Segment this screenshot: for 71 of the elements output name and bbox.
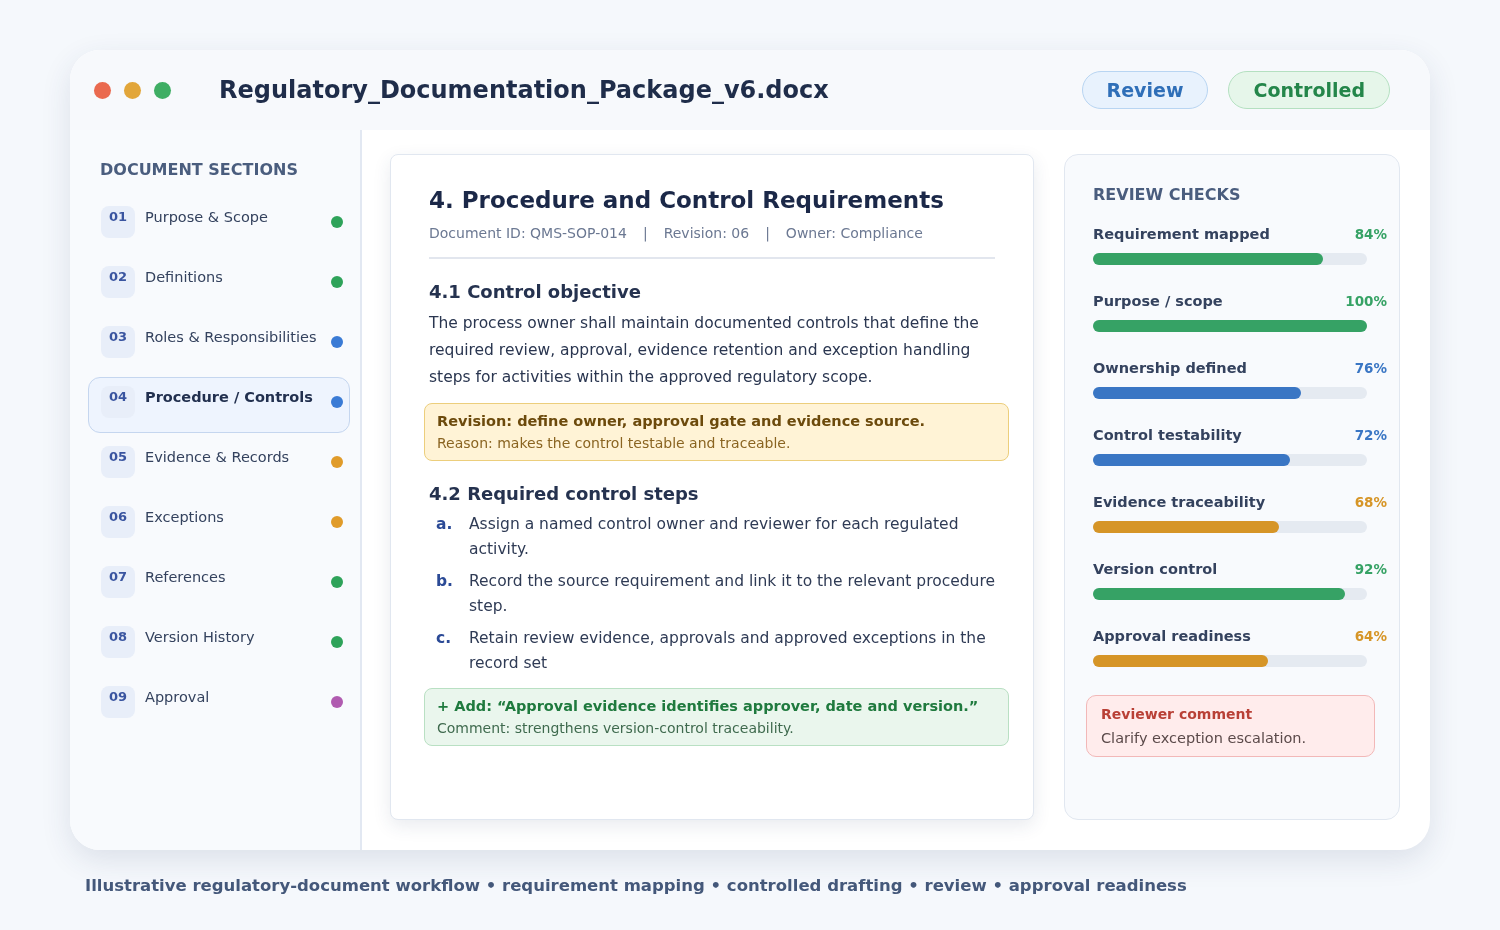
comment-title: Reviewer comment [1101, 706, 1254, 722]
sidebar-item[interactable]: 01 Purpose & Scope [88, 197, 350, 253]
section-number: 07 [101, 566, 135, 598]
section-label: Approval [145, 688, 211, 706]
check-percent: 64% [1354, 628, 1387, 644]
section-label: Exceptions [145, 508, 225, 526]
section-heading: 4.2 Required control steps [429, 483, 700, 504]
sidebar-item[interactable]: 04 Procedure / Controls [88, 377, 350, 433]
paragraph: The process owner shall maintain documented controls that define the required review, approval, evidence retention and exception handling steps for activities within the approved regulatory scope. [429, 313, 980, 388]
sidebar-item[interactable]: 08 Version History [88, 617, 350, 673]
sidebar-item[interactable]: 03 Roles & Responsibilities [88, 317, 350, 373]
note-text: Reason: makes the control testable and traceable. [437, 435, 792, 451]
document-meta: Document ID: QMS-SOP-014 [429, 225, 627, 241]
check-label: Purpose / scope [1093, 293, 1223, 309]
section-number: 04 [101, 386, 135, 418]
step-text: Retain review evidence, approvals and approved exceptions in the record set [469, 628, 987, 674]
check-label: Version control [1093, 561, 1218, 577]
list-marker: b. [435, 571, 454, 592]
sidebar-item[interactable]: 07 References [88, 557, 350, 613]
section-number: 06 [101, 506, 135, 538]
section-heading: 4.1 Control objective [429, 281, 642, 302]
panel-heading: REVIEW CHECKS [1093, 185, 1242, 204]
document-meta: Revision: 06 [663, 225, 750, 241]
step-text: Assign a named control owner and reviewer for each regulated activity. [469, 514, 960, 560]
section-label: Purpose & Scope [145, 208, 269, 226]
list-marker: a. [435, 514, 454, 535]
section-label: References [145, 568, 227, 586]
check-label: Ownership defined [1093, 360, 1247, 376]
separator: | [642, 225, 648, 241]
check-percent: 68% [1354, 494, 1387, 510]
note-title: Revision: define owner, approval gate and evidence source. [437, 413, 927, 429]
section-label: Evidence & Records [145, 448, 291, 466]
section-label: Version History [145, 628, 256, 646]
section-number: 05 [101, 446, 135, 478]
sidebar-item[interactable]: 05 Evidence & Records [88, 437, 350, 493]
sidebar-heading: DOCUMENT SECTIONS [100, 160, 299, 179]
check-percent: 72% [1354, 427, 1387, 443]
comment-text: Clarify exception escalation. [1101, 730, 1308, 746]
section-number: 03 [101, 326, 135, 358]
check-percent: 84% [1354, 226, 1387, 242]
section-label: Definitions [145, 268, 224, 286]
note-title: + Add: “Approval evidence identifies approver, date and version.” [437, 698, 980, 714]
section-label: Roles & Responsibilities [145, 328, 318, 346]
section-label: Procedure / Controls [145, 388, 314, 406]
minimize-button[interactable] [124, 81, 141, 99]
note-text: Comment: strengthens version-control traceability. [437, 720, 795, 736]
check-label: Control testability [1093, 427, 1242, 443]
sidebar-item[interactable]: 09 Approval [88, 677, 350, 733]
document-heading: 4. Procedure and Control Requirements [429, 187, 945, 213]
list-marker: c. [435, 628, 453, 649]
close-button[interactable] [94, 81, 111, 99]
check-percent: 76% [1354, 360, 1387, 376]
sidebar-item[interactable]: 06 Exceptions [88, 497, 350, 553]
check-label: Requirement mapped [1093, 226, 1270, 242]
section-number: 02 [101, 266, 135, 298]
maximize-button[interactable] [154, 81, 171, 99]
check-percent: 100% [1345, 293, 1387, 309]
check-label: Approval readiness [1093, 628, 1251, 644]
status-badge: Controlled [1228, 71, 1390, 109]
caption: Illustrative regulatory-document workflow • requirement mapping • controlled drafting • review • approval readiness [85, 876, 1188, 895]
section-number: 08 [101, 626, 135, 658]
sidebar-item[interactable]: 02 Definitions [88, 257, 350, 313]
document-meta: Owner: Compliance [785, 225, 923, 241]
status-badge: Review [1081, 71, 1209, 109]
section-number: 01 [101, 206, 135, 238]
window-title: Regulatory_Documentation_Package_v6.docx [219, 76, 830, 104]
step-text: Record the source requirement and link it to the relevant procedure step. [469, 571, 995, 617]
separator: | [765, 225, 770, 241]
check-label: Evidence traceability [1093, 494, 1266, 510]
section-number: 09 [101, 686, 135, 718]
check-percent: 92% [1354, 561, 1387, 577]
